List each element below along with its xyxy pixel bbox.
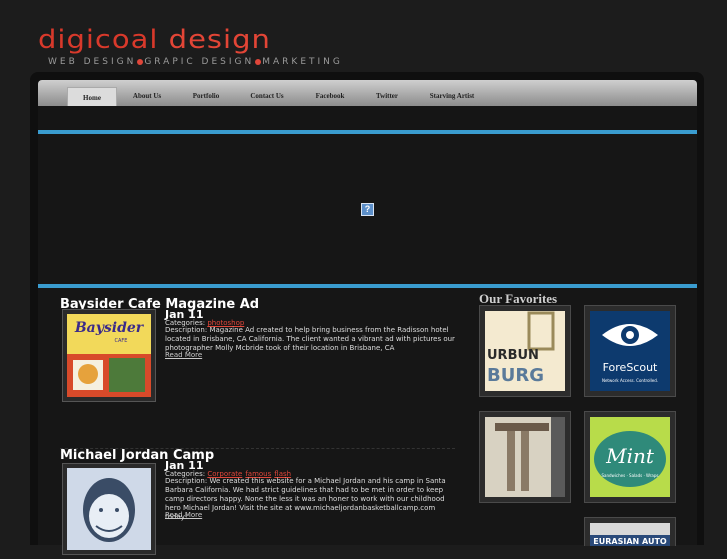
post-thumb-baysider[interactable]: Baysider CAFE [62, 309, 156, 402]
svg-text:Sandwiches · Salads · Wraps: Sandwiches · Salads · Wraps [601, 473, 658, 478]
tagline-dot-icon [137, 58, 144, 65]
post-description: Description: Magazine Ad created to help… [165, 326, 455, 352]
main-nav: Home About Us Portfolio Contact Us Faceb… [38, 80, 697, 110]
logo-part2: design [168, 23, 271, 55]
urbun-burger-logo: URBUN BURG [485, 311, 565, 391]
baysider-thumb-image: Baysider CAFE [67, 314, 151, 397]
tagline-marketing: MARKETING [262, 57, 343, 67]
svg-text:Mint: Mint [605, 444, 655, 468]
michael-jordan-thumb-image [67, 468, 151, 550]
tagline-web-design: WEB DESIGN [48, 57, 137, 67]
baysider-thumb-subtitle: CAFE [115, 338, 128, 344]
favorite-forescout[interactable]: ForeScout Network Access. Controlled. [584, 305, 676, 397]
favorite-mint[interactable]: Mint Sandwiches · Salads · Wraps [584, 411, 676, 503]
svg-text:Network Access. Controlled.: Network Access. Controlled. [602, 378, 658, 383]
site-logo[interactable]: digicoal design [38, 24, 271, 55]
nav-band [38, 106, 697, 130]
post-description: Description: We created this website for… [165, 477, 446, 521]
favorite-building[interactable] [479, 411, 571, 503]
mint-logo: Mint Sandwiches · Salads · Wraps [590, 417, 670, 497]
svg-text:URBUN: URBUN [487, 348, 539, 363]
eurasian-auto-logo: EURASIAN AUTO [590, 523, 670, 546]
read-more-link[interactable]: Read More [165, 511, 202, 519]
building-image [485, 417, 565, 497]
svg-text:ForeScout: ForeScout [603, 361, 658, 374]
baysider-thumb-title: Baysider [74, 320, 145, 336]
svg-text:BURG: BURG [487, 365, 544, 386]
missing-plugin-icon[interactable]: ? [361, 203, 374, 216]
favorite-eurasian-auto[interactable]: EURASIAN AUTO [584, 517, 676, 546]
tagline: WEB DESIGN GRAPIC DESIGN MARKETING [48, 57, 343, 67]
forescout-logo: ForeScout Network Access. Controlled. [590, 311, 670, 391]
logo-part1: digicoal [38, 23, 159, 55]
tagline-graphic-design: GRAPIC DESIGN [144, 57, 255, 67]
tagline-dot-icon [255, 58, 262, 65]
favorite-urbun-burger[interactable]: URBUN BURG [479, 305, 571, 397]
post-thumb-michael-jordan[interactable] [62, 463, 156, 555]
read-more-link[interactable]: Read More [165, 351, 202, 359]
